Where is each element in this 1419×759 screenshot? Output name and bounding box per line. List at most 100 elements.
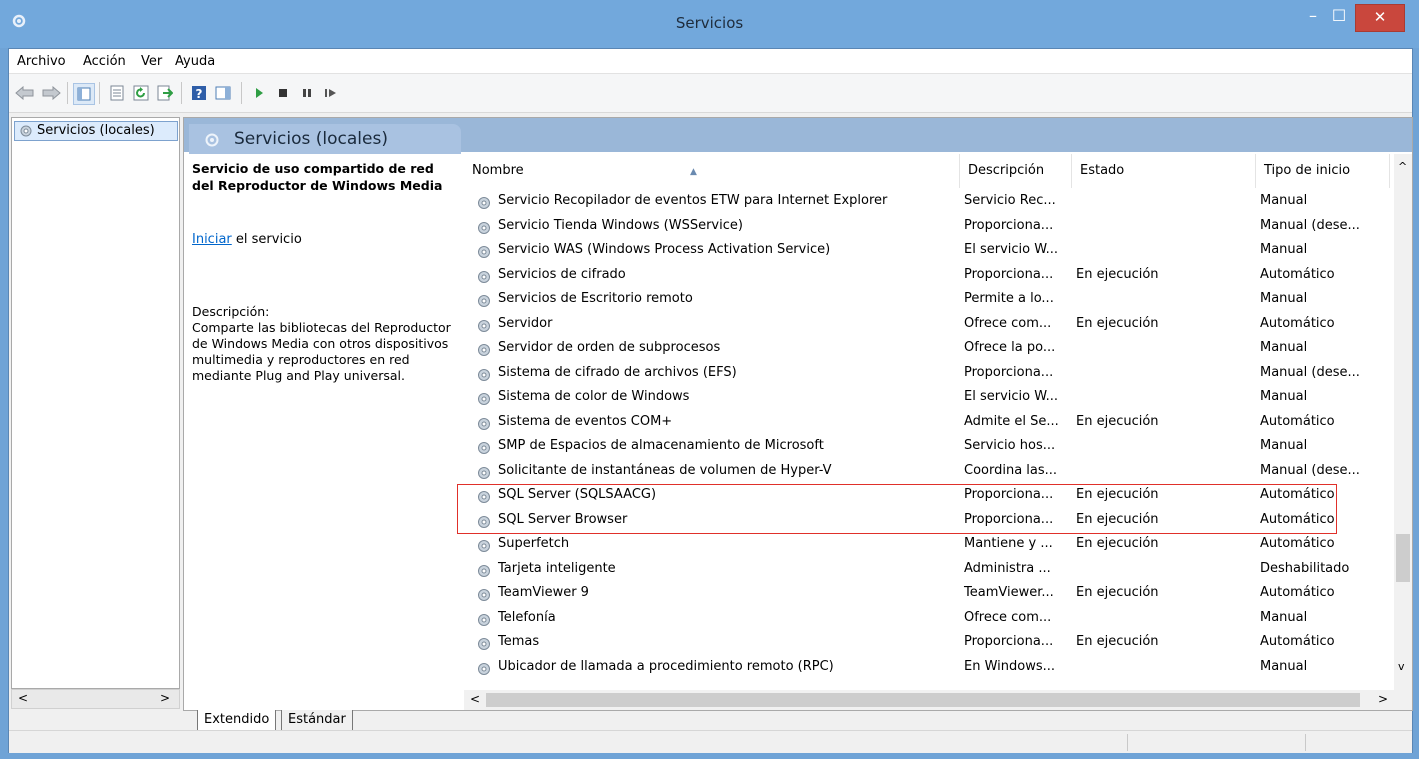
service-description: Proporciona... <box>964 364 1054 380</box>
service-name: Telefonía <box>498 609 556 625</box>
service-name: SMP de Espacios de almacenamiento de Mic… <box>498 438 824 453</box>
scroll-right-arrow[interactable]: > <box>1378 692 1388 706</box>
service-state: En ejecución <box>1076 413 1159 429</box>
forward-icon[interactable] <box>41 83 61 103</box>
service-description: TeamViewer... <box>964 585 1054 600</box>
service-startup-type: Manual (dese... <box>1260 462 1360 478</box>
table-row[interactable]: Sistema de color de Windows El servicio W… <box>464 386 1390 411</box>
back-icon[interactable] <box>15 83 35 103</box>
close-button[interactable]: ✕ <box>1355 4 1405 32</box>
gear-icon <box>478 246 490 258</box>
table-row[interactable]: Servicio WAS (Windows Process Activation… <box>464 239 1390 264</box>
tab-estandar[interactable]: Estándar <box>281 710 353 731</box>
menu-ayuda[interactable]: Ayuda <box>175 54 215 69</box>
service-startup-type: Deshabilitado <box>1260 560 1350 576</box>
gear-icon <box>478 368 490 381</box>
service-startup-type: Manual <box>1260 609 1308 625</box>
service-name: Superfetch <box>498 536 570 551</box>
gear-icon <box>478 417 490 430</box>
action-rest-text: el servicio <box>231 232 302 247</box>
scroll-left-arrow[interactable]: < <box>18 691 28 705</box>
vertical-scroll-thumb[interactable] <box>1396 534 1410 582</box>
service-description: El servicio W... <box>964 389 1058 404</box>
gear-icon <box>20 125 32 137</box>
column-header-state[interactable]: Estado <box>1072 154 1256 188</box>
sort-ascending-icon: ▲ <box>690 167 697 177</box>
title-bar[interactable]: Servicios – ☐ ✕ <box>0 0 1419 48</box>
stop-service-icon[interactable] <box>273 83 293 103</box>
gear-icon <box>478 613 490 626</box>
console-tree: Servicios (locales) <box>11 117 180 689</box>
content-pane: Servicios (locales) Servicio de uso comp… <box>183 117 1413 711</box>
table-row[interactable]: Sistema de eventos COM+ Admite el Se... En… <box>464 411 1390 436</box>
table-row[interactable]: Superfetch Mantiene y ... En ejecución Auto… <box>464 533 1390 558</box>
column-header-name[interactable]: Nombre ▲ <box>464 154 960 188</box>
show-hide-action-pane-icon[interactable] <box>213 83 233 103</box>
menu-bar: Archivo Acción Ver Ayuda <box>9 49 1412 74</box>
client-area: Archivo Acción Ver Ayuda ? Servicios (lo… <box>8 48 1413 753</box>
column-header-description[interactable]: Descripción <box>960 154 1072 188</box>
gear-icon <box>478 589 490 601</box>
column-header-startup[interactable]: Tipo de inicio <box>1256 154 1390 188</box>
table-row[interactable]: Telefonía Ofrece com... Manual <box>464 607 1390 632</box>
table-row[interactable]: Servidor de orden de subprocesos Ofrece l… <box>464 337 1390 362</box>
tree-horizontal-scrollbar[interactable]: < > <box>11 689 180 709</box>
service-description: Proporciona... <box>964 634 1054 649</box>
content-title: Servicios (locales) <box>234 129 388 149</box>
highlight-box <box>457 484 1337 534</box>
table-row[interactable]: Servicio Recopilador de eventos ETW para… <box>464 190 1390 215</box>
service-name: Sistema de eventos COM+ <box>498 413 673 429</box>
scroll-right-arrow[interactable]: > <box>160 691 170 705</box>
scroll-up-arrow[interactable]: ^ <box>1398 160 1407 173</box>
pause-service-icon[interactable] <box>297 83 317 103</box>
table-row[interactable]: Servidor Ofrece com... En ejecución Automát… <box>464 313 1390 338</box>
service-name: Sistema de cifrado de archivos (EFS) <box>498 364 737 380</box>
menu-accion[interactable]: Acción <box>83 54 126 69</box>
maximize-button[interactable]: ☐ <box>1326 4 1352 30</box>
service-startup-type: Automático <box>1260 634 1335 649</box>
service-startup-type: Automático <box>1260 266 1335 282</box>
table-row[interactable]: Tarjeta inteligente Administra ... Deshabi… <box>464 558 1390 583</box>
menu-ver[interactable]: Ver <box>141 54 162 69</box>
horizontal-scroll-thumb[interactable] <box>486 693 1360 707</box>
service-startup-type: Manual <box>1260 438 1308 453</box>
properties-icon[interactable] <box>107 83 127 103</box>
table-row[interactable]: SMP de Espacios de almacenamiento de Mic… <box>464 435 1390 460</box>
table-row[interactable]: Solicitante de instantáneas de volumen d… <box>464 460 1390 485</box>
service-description: Permite a lo... <box>964 291 1054 306</box>
toolbar-separator <box>241 82 242 104</box>
export-list-icon[interactable] <box>155 83 175 103</box>
description-label: Descripción: <box>192 304 270 319</box>
start-service-icon[interactable] <box>249 83 269 103</box>
gear-icon <box>478 295 490 307</box>
table-row[interactable]: Ubicador de llamada a procedimiento remo… <box>464 656 1390 681</box>
minimize-button[interactable]: – <box>1300 4 1326 30</box>
table-row[interactable]: Temas Proporciona... En ejecución Automátic… <box>464 631 1390 656</box>
menu-archivo[interactable]: Archivo <box>17 54 66 69</box>
service-description: Proporciona... <box>964 266 1054 282</box>
start-service-link[interactable]: Iniciar <box>192 232 232 247</box>
svg-text:?: ? <box>196 87 203 101</box>
service-description: En Windows... <box>964 658 1056 674</box>
service-name: Ubicador de llamada a procedimiento remo… <box>498 658 834 674</box>
vertical-scrollbar[interactable]: ^ v <box>1394 154 1412 710</box>
tab-extendido[interactable]: Extendido <box>197 710 277 731</box>
table-row[interactable]: Servicios de cifrado Proporciona... En eje… <box>464 264 1390 289</box>
horizontal-scrollbar[interactable]: < > <box>464 690 1394 710</box>
gear-icon <box>478 662 490 675</box>
table-row[interactable]: Servicios de Escritorio remoto Permite a … <box>464 288 1390 313</box>
service-name: Temas <box>498 634 540 649</box>
resume-service-icon[interactable] <box>321 83 341 103</box>
show-hide-tree-icon[interactable] <box>73 83 95 105</box>
service-name: Servidor <box>498 315 553 331</box>
tree-item-servicios-locales[interactable]: Servicios (locales) <box>14 121 178 141</box>
scroll-down-arrow[interactable]: v <box>1398 660 1405 673</box>
scroll-left-arrow[interactable]: < <box>470 692 480 706</box>
gear-icon <box>205 133 219 147</box>
help-icon[interactable]: ? <box>189 83 209 103</box>
table-row[interactable]: Sistema de cifrado de archivos (EFS) Prop… <box>464 362 1390 387</box>
table-row[interactable]: TeamViewer 9 TeamViewer... En ejecución Aut… <box>464 582 1390 607</box>
table-row[interactable]: Servicio Tienda Windows (WSService) Propo… <box>464 215 1390 240</box>
toolbar-separator <box>181 82 182 104</box>
refresh-icon[interactable] <box>131 83 151 103</box>
